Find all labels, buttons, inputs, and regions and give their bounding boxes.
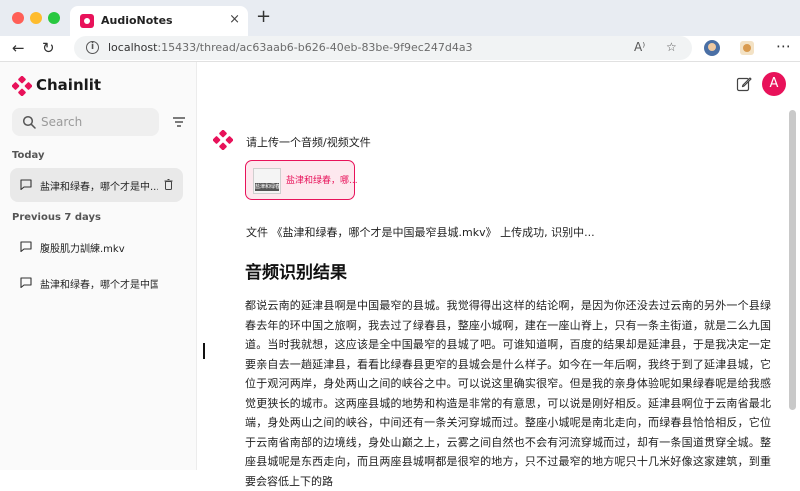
site-info-icon[interactable]: i bbox=[86, 41, 99, 54]
sidebar: Chainlit Search Today 盐津和绿春，哪个才是中... Pre… bbox=[0, 62, 197, 470]
reload-icon[interactable]: ↻ bbox=[42, 39, 55, 57]
trash-icon[interactable] bbox=[164, 179, 173, 190]
search-input[interactable]: Search bbox=[12, 108, 159, 136]
chat-bubble-icon bbox=[20, 241, 32, 252]
browser-tab-bar: AudioNotes × + bbox=[0, 0, 800, 36]
window-minimize-button[interactable] bbox=[30, 12, 42, 24]
search-icon bbox=[22, 115, 36, 129]
thread-item[interactable]: 盐津和绿春，哪个才是中国... bbox=[10, 266, 183, 300]
section-label-today: Today bbox=[12, 150, 45, 161]
browser-tab-audionotes[interactable]: AudioNotes × bbox=[70, 6, 248, 36]
chat-main: A 请上传一个音频/视频文件 盐津和绿春 盐津和绿春，哪... 文件 《盐津和绿… bbox=[198, 62, 800, 488]
text-cursor bbox=[203, 343, 205, 359]
section-label-previous: Previous 7 days bbox=[12, 212, 101, 223]
uploaded-file-card[interactable]: 盐津和绿春 盐津和绿春，哪... bbox=[245, 160, 358, 200]
new-chat-edit-icon[interactable] bbox=[736, 76, 752, 92]
upload-status-message: 文件 《盐津和绿春，哪个才是中国最窄县城.mkv》 上传成功, 识别中... bbox=[246, 226, 595, 239]
thread-label: 腹股肌力訓練.mkv bbox=[40, 244, 125, 255]
user-avatar[interactable]: A bbox=[762, 72, 786, 96]
url-field[interactable]: i localhost:15433/thread/ac63aab6-b626-4… bbox=[74, 36, 692, 60]
new-tab-button[interactable]: + bbox=[256, 8, 271, 26]
thread-label: 盐津和绿春，哪个才是中... bbox=[40, 182, 158, 193]
profile-extension-icon[interactable] bbox=[703, 39, 721, 57]
back-arrow-icon[interactable]: ← bbox=[12, 39, 25, 57]
window-maximize-button[interactable] bbox=[48, 12, 60, 24]
assistant-avatar-icon bbox=[213, 130, 233, 150]
file-thumbnail-label: 盐津和绿春 bbox=[255, 183, 279, 191]
thread-label: 盐津和绿春，哪个才是中国... bbox=[40, 280, 158, 291]
tab-close-icon[interactable]: × bbox=[229, 12, 240, 27]
window-close-button[interactable] bbox=[12, 12, 24, 24]
file-thumbnail-icon: 盐津和绿春 bbox=[253, 168, 281, 194]
chat-bubble-icon bbox=[20, 277, 32, 288]
chainlit-logo-icon bbox=[12, 76, 32, 96]
filter-icon[interactable] bbox=[172, 116, 186, 128]
favorite-star-icon[interactable]: ☆ bbox=[666, 40, 677, 54]
search-placeholder: Search bbox=[41, 115, 83, 129]
chat-bubble-icon bbox=[20, 179, 32, 190]
scrollbar-thumb[interactable] bbox=[789, 110, 796, 410]
read-aloud-icon[interactable]: A⁾ bbox=[634, 40, 645, 54]
fox-extension-icon[interactable] bbox=[738, 39, 756, 57]
browser-menu-icon[interactable]: ⋯ bbox=[776, 37, 791, 55]
url-text[interactable]: localhost:15433/thread/ac63aab6-b626-40e… bbox=[108, 41, 473, 54]
tab-title: AudioNotes bbox=[101, 14, 173, 27]
chainlit-favicon-icon bbox=[80, 14, 94, 28]
file-name: 盐津和绿春，哪... bbox=[286, 176, 358, 186]
brand-name: Chainlit bbox=[36, 76, 102, 94]
result-heading: 音频识别结果 bbox=[245, 263, 347, 283]
assistant-prompt-message: 请上传一个音频/视频文件 bbox=[246, 136, 371, 149]
browser-address-bar: ← ↻ i localhost:15433/thread/ac63aab6-b6… bbox=[0, 36, 800, 62]
thread-item[interactable]: 盐津和绿春，哪个才是中... bbox=[10, 168, 183, 202]
transcript-text: 都说云南的延津县啊是中国最窄的县城。我觉得得出这样的结论啊，是因为你还没去过云南… bbox=[245, 299, 771, 488]
thread-item[interactable]: 腹股肌力訓練.mkv bbox=[10, 230, 183, 264]
